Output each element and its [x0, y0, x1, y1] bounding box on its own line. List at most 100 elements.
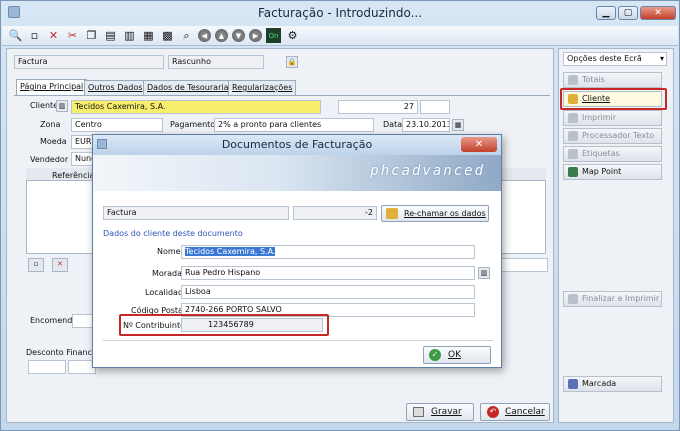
cliente-number[interactable]: 27 — [338, 100, 418, 114]
print-icon — [568, 113, 578, 123]
search-icon[interactable]: 🔍 — [8, 28, 23, 43]
tab-pagina-principal[interactable]: Página Principal — [16, 79, 88, 95]
nome-value: Tecidos Caxemira, S.A. — [185, 247, 276, 256]
finalize-icon — [568, 294, 578, 304]
etiquetas-button[interactable]: Etiquetas — [563, 146, 662, 162]
dialog-section-title: Dados do cliente deste documento — [103, 229, 243, 238]
save-icon — [413, 407, 424, 417]
contribuinte-label: Nº Contribuinte — [123, 321, 185, 330]
cliente-input[interactable]: Tecidos Caxemira, S.A. — [71, 100, 321, 114]
localidade-field[interactable]: Lisboa — [181, 285, 475, 299]
marcada-button[interactable]: Marcada — [563, 376, 662, 392]
imprimir-label: Imprimir — [582, 113, 617, 122]
pagamento-label: Pagamento — [170, 120, 216, 129]
add-line-icon[interactable]: ▫ — [28, 258, 44, 272]
people-icon — [386, 208, 398, 219]
brand-logo: phcadvanced — [370, 163, 485, 179]
cliente-number-value: 27 — [403, 102, 414, 111]
minimize-button[interactable]: ▁ — [596, 6, 616, 20]
zona-label: Zona — [40, 120, 61, 129]
dialog-close-button[interactable]: ✕ — [461, 137, 497, 152]
imprimir-button[interactable]: Imprimir — [563, 110, 662, 126]
marked-icon — [568, 379, 578, 389]
dialog-app-icon — [97, 139, 107, 149]
dialog-divider — [103, 340, 493, 341]
next-record-icon[interactable]: ▼ — [232, 29, 245, 42]
cliente-button[interactable]: Cliente — [563, 91, 662, 107]
first-record-icon[interactable]: ◀ — [198, 29, 211, 42]
gravar-label: Gravar — [431, 407, 462, 417]
tab-dados-tesouraria[interactable]: Dados de Tesouraria — [143, 80, 233, 95]
dialog-doc-type-value: Factura — [107, 208, 137, 217]
chevron-down-icon: ▾ — [659, 54, 664, 63]
totais-button[interactable]: Totais — [563, 72, 662, 88]
contribuinte-field[interactable]: 123456789 — [181, 318, 323, 332]
localidade-value: Lisboa — [185, 287, 211, 296]
settings-icon[interactable]: ⚙ — [285, 28, 300, 43]
lock-icon[interactable]: 🔒 — [286, 56, 298, 68]
grid-icon[interactable]: ▦ — [141, 28, 156, 43]
cancelar-button[interactable]: ↶ Cancelar — [480, 403, 550, 421]
maximize-button[interactable]: ▢ — [618, 6, 638, 20]
list-icon[interactable]: ▤ — [103, 28, 118, 43]
finalizar-button[interactable]: Finalizar e Imprimir — [563, 291, 662, 307]
nome-field[interactable]: Tecidos Caxemira, S.A. — [181, 245, 475, 259]
copy-icon[interactable]: ❐ — [84, 28, 99, 43]
etiquetas-label: Etiquetas — [582, 149, 620, 158]
labels-icon — [568, 149, 578, 159]
marcada-label: Marcada — [582, 379, 617, 388]
rechamar-button[interactable]: Re-chamar os dados — [381, 205, 489, 222]
ok-label: OK — [448, 350, 461, 360]
status-value: Rascunho — [172, 57, 211, 66]
morada-label: Morada — [152, 269, 182, 278]
new-icon[interactable]: ▫ — [27, 28, 42, 43]
report-icon[interactable]: ▥ — [122, 28, 137, 43]
data-input[interactable]: 23.10.2013 — [402, 118, 450, 132]
desconto-input-1[interactable] — [28, 360, 66, 374]
cut-icon[interactable]: ✂ — [65, 28, 80, 43]
zona-select[interactable]: Centro — [71, 118, 163, 132]
last-record-icon[interactable]: ▶ — [249, 29, 262, 42]
doc-type-value: Factura — [18, 57, 48, 66]
map-icon — [568, 167, 578, 177]
previous-record-icon[interactable]: ▲ — [215, 29, 228, 42]
doc-type-select[interactable]: Factura — [14, 55, 164, 69]
dialog-doc-number: -2 — [293, 206, 377, 220]
map-point-button[interactable]: Map Point — [563, 164, 662, 180]
tab-outros-dados[interactable]: Outros Dados — [84, 80, 147, 95]
text-processor-icon — [568, 131, 578, 141]
tab-regularizacoes[interactable]: Regularizações — [228, 80, 297, 95]
gravar-button[interactable]: Gravar — [406, 403, 474, 421]
documentos-dialog: Documentos de Facturação ✕ phcadvanced F… — [92, 134, 502, 368]
codigo-postal-value: 2740-266 PORTO SALVO — [185, 305, 282, 314]
table-icon[interactable]: ▩ — [160, 28, 175, 43]
grid-header-referencia: Referência — [52, 171, 95, 180]
delete-icon[interactable]: ✕ — [46, 28, 61, 43]
client-book-icon[interactable]: ▥ — [56, 100, 68, 112]
finalizar-label: Finalizar e Imprimir — [582, 294, 660, 303]
delete-line-icon[interactable]: ✕ — [52, 258, 68, 272]
opcoes-dropdown[interactable]: Opções deste Ecrã ▾ — [563, 52, 667, 66]
processador-texto-button[interactable]: Processador Texto — [563, 128, 662, 144]
rechamar-label: Re-chamar os dados — [404, 209, 486, 218]
dialog-title: Documentos de Facturação — [93, 135, 501, 155]
zoom-icon[interactable]: ⌕ — [179, 28, 194, 43]
pagamento-value: 2% a pronto para clientes — [218, 120, 322, 129]
window-title: Facturação - Introduzindo... — [257, 6, 423, 20]
app-icon — [8, 6, 20, 18]
on-icon[interactable]: On — [266, 28, 281, 43]
map-point-label: Map Point — [582, 167, 622, 176]
ok-button[interactable]: ✓ OK — [423, 346, 491, 364]
cancelar-label: Cancelar — [505, 407, 545, 417]
morada-lookup-icon[interactable]: ▥ — [478, 267, 490, 279]
calendar-icon[interactable]: ▦ — [452, 119, 464, 131]
close-button[interactable]: ✕ — [640, 6, 676, 20]
pagamento-select[interactable]: 2% a pronto para clientes — [214, 118, 374, 132]
vendedor-label: Vendedor — [30, 155, 69, 164]
morada-value: Rua Pedro Hispano — [185, 268, 261, 277]
nome-label: Nome — [157, 247, 181, 256]
tab-divider — [14, 95, 550, 96]
cliente-extra[interactable] — [420, 100, 450, 114]
morada-field[interactable]: Rua Pedro Hispano — [181, 266, 475, 280]
dialog-doc-type: Factura — [103, 206, 289, 220]
